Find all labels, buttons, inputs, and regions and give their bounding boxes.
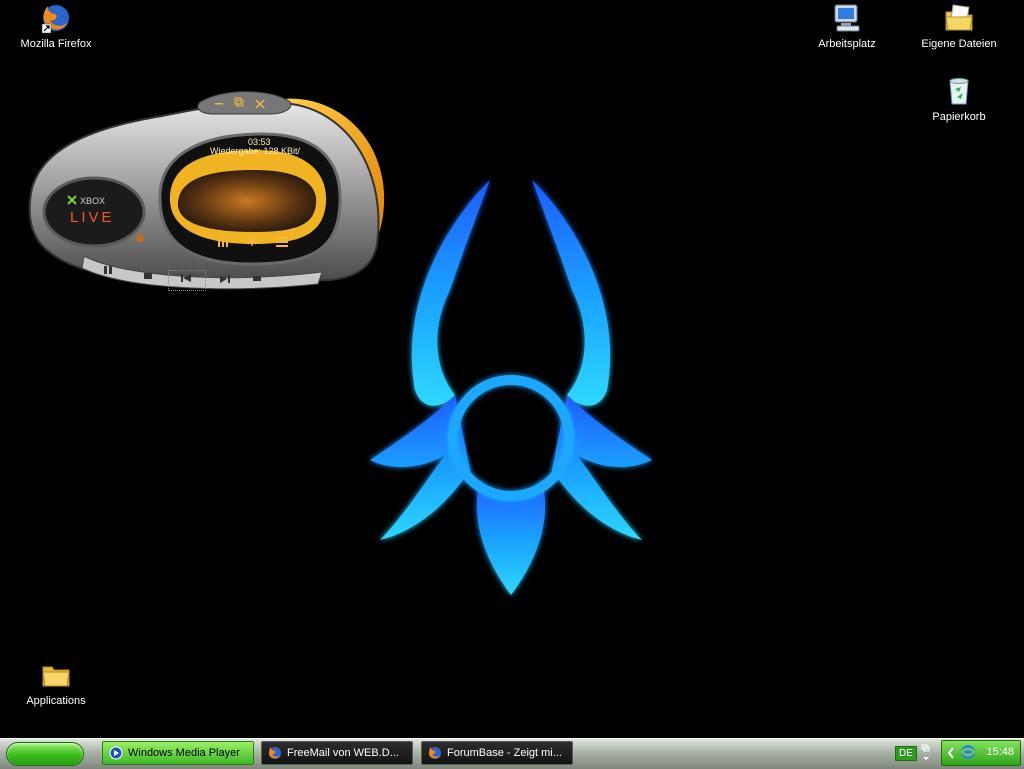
desktop-icon-firefox[interactable]: Mozilla Firefox bbox=[8, 2, 104, 50]
system-tray: 15:48 bbox=[941, 740, 1021, 766]
task-windows-media-player[interactable]: Windows Media Player bbox=[102, 741, 254, 765]
tray-toggle-icon[interactable] bbox=[920, 743, 932, 763]
start-button[interactable] bbox=[6, 742, 84, 766]
firefox-icon bbox=[429, 747, 441, 759]
task-label: FreeMail von WEB.D... bbox=[287, 747, 399, 759]
mute-icon[interactable] bbox=[252, 270, 264, 288]
firefox-icon bbox=[41, 5, 69, 34]
clock[interactable]: 15:48 bbox=[986, 746, 1014, 758]
desktop-icon-label: Papierkorb bbox=[932, 111, 986, 123]
restore-icon[interactable] bbox=[234, 94, 244, 107]
minimize-icon[interactable] bbox=[214, 95, 224, 105]
playlist-icon[interactable] bbox=[276, 234, 288, 252]
stop-icon[interactable] bbox=[143, 269, 153, 287]
svg-text:LIVE: LIVE bbox=[70, 209, 115, 226]
svg-text:XBOX: XBOX bbox=[80, 196, 105, 206]
desktop-icon-label: Applications bbox=[26, 695, 86, 707]
desktop-icon-my-documents[interactable]: Eigene Dateien bbox=[911, 2, 1007, 50]
media-player-icon bbox=[109, 746, 123, 760]
desktop-icon-my-computer[interactable]: Arbeitsplatz bbox=[799, 2, 895, 50]
taskbar: Windows Media Player FreeMail von WEB.D.… bbox=[0, 738, 1024, 769]
task-label: Windows Media Player bbox=[128, 747, 240, 759]
my-computer-icon bbox=[834, 4, 860, 32]
playback-status: Wiedergabe: 128 KBit/ bbox=[210, 146, 301, 156]
xbox-live-logo: XBOX LIVE bbox=[67, 195, 115, 226]
folder-icon bbox=[42, 666, 70, 687]
desktop-icon-label: Arbeitsplatz bbox=[818, 38, 876, 50]
firefox-icon bbox=[269, 747, 281, 759]
task-label: ForumBase - Zeigt mi... bbox=[447, 747, 562, 759]
wallpaper-emblem bbox=[370, 180, 652, 595]
media-player-skin bbox=[28, 91, 385, 290]
equalizer-icon[interactable] bbox=[217, 234, 229, 252]
chevron-left-icon[interactable] bbox=[947, 747, 955, 759]
my-documents-icon bbox=[945, 4, 973, 31]
desktop-icon-label: Eigene Dateien bbox=[921, 38, 997, 50]
desktop-icon-applications[interactable]: Applications bbox=[8, 659, 104, 707]
desktop-icon-recycle-bin[interactable]: Papierkorb bbox=[911, 75, 1007, 123]
media-player-window[interactable]: 03:53 Wiedergabe: 128 KBit/ XBOX LIVE bbox=[22, 84, 388, 291]
close-icon[interactable] bbox=[255, 96, 265, 109]
language-indicator[interactable]: DE bbox=[895, 746, 917, 761]
recycle-bin-icon bbox=[949, 78, 969, 105]
visualization-icon[interactable] bbox=[246, 233, 258, 251]
previous-icon[interactable] bbox=[168, 270, 206, 291]
desktop-icon-label: Mozilla Firefox bbox=[20, 38, 92, 50]
next-icon[interactable] bbox=[218, 271, 232, 289]
task-forumbase[interactable]: ForumBase - Zeigt mi... bbox=[421, 741, 573, 765]
network-icon[interactable] bbox=[960, 744, 976, 760]
task-freemail[interactable]: FreeMail von WEB.D... bbox=[261, 741, 413, 765]
pause-icon[interactable] bbox=[102, 262, 114, 280]
